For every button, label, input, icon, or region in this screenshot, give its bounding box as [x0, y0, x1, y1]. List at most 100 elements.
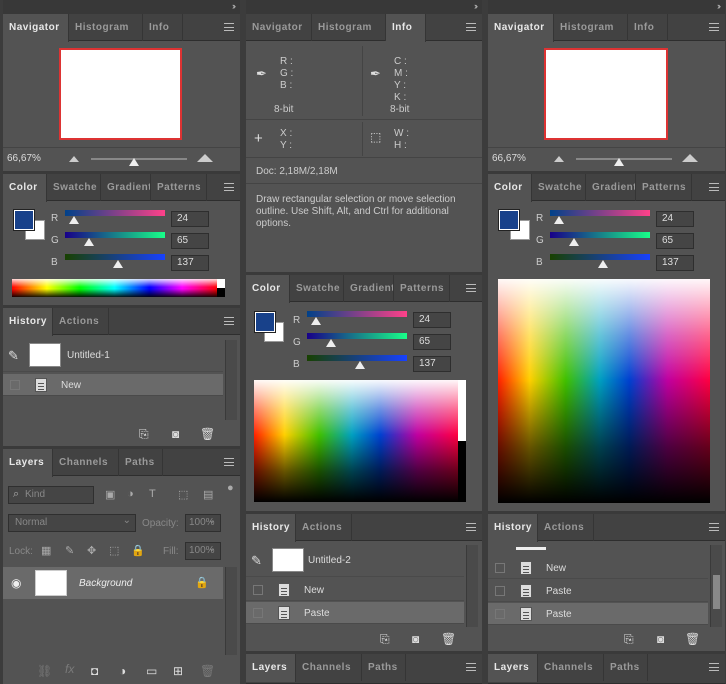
delete-state-icon[interactable]: 🗑: [685, 632, 700, 646]
channel-r-input[interactable]: 24: [171, 211, 209, 227]
history-brush-checkbox[interactable]: [253, 585, 263, 595]
panel-menu-icon[interactable]: [466, 23, 476, 31]
tab-info[interactable]: Info: [386, 14, 426, 42]
fill-input[interactable]: 100%: [185, 541, 221, 560]
adjustment-layer-icon[interactable]: ◑: [119, 664, 126, 678]
new-document-from-state-icon[interactable]: ⎘: [380, 632, 390, 646]
channel-g-input[interactable]: 65: [656, 233, 694, 249]
layer-name[interactable]: Background: [79, 578, 132, 589]
tab-history[interactable]: History: [3, 308, 53, 336]
new-snapshot-icon[interactable]: ◙: [412, 632, 419, 646]
blend-mode-select[interactable]: Normal: [8, 513, 136, 532]
tab-actions[interactable]: Actions: [53, 308, 109, 335]
panel-menu-icon[interactable]: [224, 23, 234, 31]
tab-history[interactable]: History: [246, 514, 296, 542]
tab-paths[interactable]: Paths: [119, 449, 163, 476]
color-spectrum-field[interactable]: [498, 279, 710, 503]
panel-menu-icon[interactable]: [224, 317, 234, 325]
channel-r-input[interactable]: 24: [656, 211, 694, 227]
new-layer-icon[interactable]: ⊞: [173, 664, 183, 678]
tab-gradients[interactable]: Gradient: [101, 174, 151, 201]
eyedropper-icon[interactable]: ✒: [256, 66, 267, 82]
foreground-color-swatch[interactable]: [498, 209, 520, 231]
channel-r-thumb[interactable]: [554, 216, 564, 224]
tab-channels[interactable]: Channels: [296, 654, 362, 681]
history-brush-checkbox[interactable]: [253, 608, 263, 618]
tab-layers[interactable]: Layers: [3, 449, 53, 477]
history-state-row[interactable]: New: [246, 579, 464, 601]
delete-state-icon[interactable]: 🗑: [441, 632, 456, 646]
black-white-ramp[interactable]: [217, 279, 225, 297]
tab-swatches[interactable]: Swatche: [47, 174, 101, 201]
zoom-in-icon[interactable]: [197, 154, 213, 162]
history-state-row[interactable]: New: [3, 374, 223, 396]
filter-type-icon[interactable]: T: [149, 488, 156, 500]
channel-r-input[interactable]: 24: [413, 312, 451, 328]
history-scrollbar[interactable]: [225, 340, 237, 420]
channel-r-slider[interactable]: [307, 311, 407, 317]
zoom-out-icon[interactable]: [554, 156, 564, 162]
new-document-from-state-icon[interactable]: ⎘: [139, 427, 149, 441]
tab-navigator[interactable]: Navigator: [488, 14, 554, 42]
history-state-row[interactable]: Paste: [488, 603, 708, 625]
black-white-ramp[interactable]: [458, 380, 466, 502]
history-state-row[interactable]: Paste: [246, 602, 464, 624]
lock-all-icon[interactable]: 🔒: [131, 544, 145, 557]
lock-position-icon[interactable]: ✥: [87, 544, 96, 557]
zoom-slider-thumb[interactable]: [129, 158, 139, 166]
history-snapshot-row[interactable]: ✎ Untitled-1: [3, 340, 223, 372]
channel-b-thumb[interactable]: [113, 260, 123, 268]
tab-history[interactable]: History: [488, 514, 538, 542]
new-snapshot-icon[interactable]: ◙: [657, 632, 664, 646]
panel-menu-icon[interactable]: [224, 458, 234, 466]
tab-actions[interactable]: Actions: [296, 514, 352, 541]
channel-b-thumb[interactable]: [598, 260, 608, 268]
foreground-color-swatch[interactable]: [254, 311, 276, 333]
history-brush-source-icon[interactable]: ✎: [8, 348, 19, 364]
channel-b-input[interactable]: 137: [656, 255, 694, 271]
tab-histogram[interactable]: Histogram: [312, 14, 386, 41]
history-state-row[interactable]: Paste: [488, 580, 708, 602]
history-brush-checkbox[interactable]: [495, 609, 505, 619]
tab-color[interactable]: Color: [246, 275, 290, 303]
history-state-row[interactable]: New: [488, 557, 708, 579]
filter-pixel-icon[interactable]: ▣: [105, 488, 115, 501]
channel-g-thumb[interactable]: [84, 238, 94, 246]
channel-g-input[interactable]: 65: [171, 233, 209, 249]
panel-menu-icon[interactable]: [709, 663, 719, 671]
tab-color[interactable]: Color: [488, 174, 532, 202]
lock-image-icon[interactable]: ✎: [65, 544, 74, 557]
color-spectrum-field[interactable]: [254, 380, 458, 502]
tab-gradients[interactable]: Gradient: [586, 174, 636, 201]
new-group-icon[interactable]: ▭: [146, 664, 157, 678]
tab-layers[interactable]: Layers: [246, 654, 296, 682]
layer-row-background[interactable]: ◉ Background 🔒: [3, 567, 223, 599]
delete-state-icon[interactable]: 🗑: [200, 427, 215, 441]
new-snapshot-icon[interactable]: ◙: [172, 427, 179, 441]
tab-info[interactable]: Info: [628, 14, 668, 41]
zoom-out-icon[interactable]: [69, 156, 79, 162]
zoom-slider-thumb[interactable]: [614, 158, 624, 166]
panel-menu-icon[interactable]: [709, 183, 719, 191]
channel-r-thumb[interactable]: [311, 317, 321, 325]
zoom-level[interactable]: 66,67%: [492, 153, 526, 164]
channel-g-thumb[interactable]: [569, 238, 579, 246]
tab-layers[interactable]: Layers: [488, 654, 538, 682]
history-brush-checkbox[interactable]: [495, 563, 505, 573]
filter-toggle-icon[interactable]: ●: [227, 482, 234, 494]
collapse-panels-icon[interactable]: ››: [717, 1, 721, 11]
layers-scrollbar[interactable]: [225, 567, 237, 655]
lock-transparent-icon[interactable]: ▦: [41, 544, 51, 557]
collapse-panels-icon[interactable]: ››: [232, 1, 236, 11]
filter-adjustment-icon[interactable]: ◑: [127, 488, 134, 500]
history-scrollbar-thumb[interactable]: [713, 575, 720, 609]
navigator-preview[interactable]: [59, 48, 182, 140]
zoom-slider-track[interactable]: [91, 158, 187, 160]
tab-paths[interactable]: Paths: [604, 654, 648, 681]
tab-channels[interactable]: Channels: [53, 449, 119, 476]
panel-menu-icon[interactable]: [466, 663, 476, 671]
tab-patterns[interactable]: Patterns: [636, 174, 692, 201]
tab-swatches[interactable]: Swatche: [290, 275, 344, 302]
eyedropper-icon[interactable]: ✒: [370, 66, 381, 82]
collapse-panels-icon[interactable]: ››: [474, 1, 478, 11]
